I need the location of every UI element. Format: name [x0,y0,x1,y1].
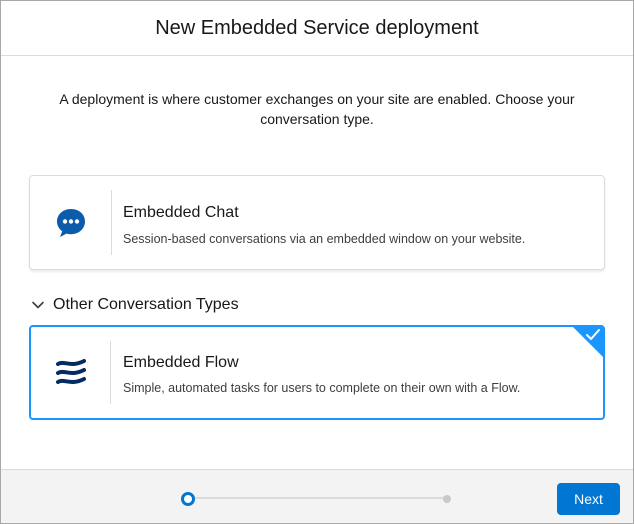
card-divider [111,190,112,255]
modal-header: New Embedded Service deployment [1,1,633,56]
modal-title: New Embedded Service deployment [155,16,479,39]
progress-track [187,497,445,499]
flow-card-description: Simple, automated tasks for users to com… [123,381,521,395]
flow-icon-area [31,327,111,418]
modal-footer: Next [1,469,633,523]
intro-text: A deployment is where customer exchanges… [59,91,575,127]
embedded-flow-card[interactable]: Embedded Flow Simple, automated tasks fo… [29,325,605,420]
deployment-modal: New Embedded Service deployment A deploy… [0,0,634,524]
chat-bubble-icon [57,208,85,237]
chevron-down-icon [32,301,44,309]
flow-card-title: Embedded Flow [123,354,239,371]
progress-step-current[interactable] [181,492,195,506]
progress-indicator [181,492,451,506]
checkmark-icon [586,329,600,340]
card-divider [110,341,111,404]
other-types-label: Other Conversation Types [53,296,239,313]
chat-icon-area [30,176,112,269]
progress-step-next[interactable] [443,495,451,503]
other-types-toggle[interactable]: Other Conversation Types [31,296,239,314]
flow-icon [56,358,86,384]
next-button[interactable]: Next [557,483,620,515]
chat-card-title: Embedded Chat [123,204,239,221]
chat-card-description: Session-based conversations via an embed… [123,232,526,246]
embedded-chat-card[interactable]: Embedded Chat Session-based conversation… [29,175,605,270]
